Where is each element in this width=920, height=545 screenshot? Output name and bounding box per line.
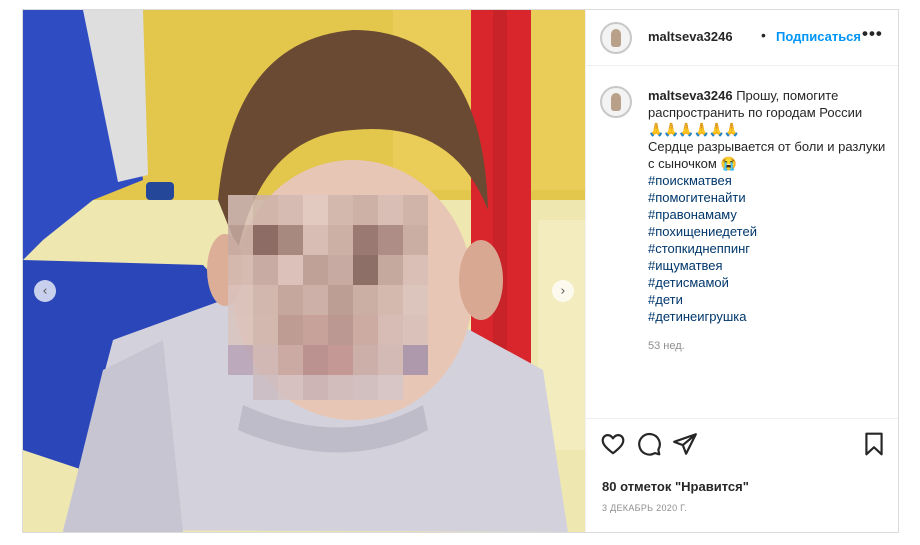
likes-count[interactable]: 80 отметок "Нравится" bbox=[602, 479, 749, 494]
bookmark-icon[interactable] bbox=[861, 431, 887, 457]
hashtag-link[interactable]: #помогитенайти bbox=[648, 189, 888, 206]
chevron-right-icon[interactable]: › bbox=[552, 280, 574, 302]
caption-text: maltseva3246 Прошу, помогите распростран… bbox=[648, 87, 888, 325]
caption-username[interactable]: maltseva3246 bbox=[648, 88, 733, 103]
hashtag-link[interactable]: #стопкиднеппинг bbox=[648, 240, 888, 257]
instagram-post: ‹ › maltseva3246 • Подписаться ••• malts… bbox=[22, 9, 899, 533]
username-link[interactable]: maltseva3246 bbox=[648, 29, 733, 44]
post-actions: 80 отметок "Нравится" 3 ДЕКАБРЬ 2020 Г. bbox=[586, 418, 898, 532]
hashtag-link[interactable]: #поискматвея bbox=[648, 172, 888, 189]
comment-icon[interactable] bbox=[636, 431, 662, 457]
caption-line2: Сердце разрывается от боли и разлуки с с… bbox=[648, 139, 886, 171]
follow-button[interactable]: Подписаться bbox=[776, 29, 861, 44]
more-options-icon[interactable]: ••• bbox=[862, 24, 883, 44]
share-icon[interactable] bbox=[672, 431, 698, 457]
photo-image bbox=[23, 10, 585, 532]
heart-icon[interactable] bbox=[600, 431, 626, 457]
caption-avatar[interactable] bbox=[600, 86, 632, 118]
post-date: 3 ДЕКАБРЬ 2020 Г. bbox=[602, 503, 688, 513]
hashtag-link[interactable]: #дети bbox=[648, 291, 888, 308]
post-sidebar: maltseva3246 • Подписаться ••• maltseva3… bbox=[585, 10, 898, 532]
post-age[interactable]: 53 нед. bbox=[648, 340, 685, 352]
avatar[interactable] bbox=[600, 22, 632, 54]
hashtag-link[interactable]: #похищениедетей bbox=[648, 223, 888, 240]
post-photo[interactable]: ‹ › bbox=[23, 10, 585, 532]
hashtag-link[interactable]: #ищуматвея bbox=[648, 257, 888, 274]
pray-emoji: 🙏🙏🙏🙏🙏🙏 bbox=[648, 122, 740, 137]
hashtag-link[interactable]: #детинеигрушка bbox=[648, 308, 888, 325]
chevron-left-icon[interactable]: ‹ bbox=[34, 280, 56, 302]
separator-dot: • bbox=[761, 27, 766, 43]
hashtag-link[interactable]: #правонамаму bbox=[648, 206, 888, 223]
post-header: maltseva3246 • Подписаться ••• bbox=[586, 10, 898, 66]
hashtag-link[interactable]: #детисмамой bbox=[648, 274, 888, 291]
